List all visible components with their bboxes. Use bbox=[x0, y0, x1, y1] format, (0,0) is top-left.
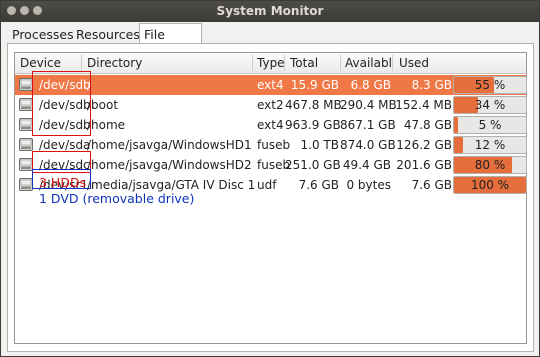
column-separator[interactable] bbox=[340, 55, 341, 71]
harddisk-icon bbox=[19, 78, 33, 91]
cell-used: 201.6 GB bbox=[396, 158, 452, 172]
usage-percent: 34 % bbox=[474, 98, 506, 112]
hdd-highlight-box bbox=[32, 71, 91, 136]
cell-total: 467.8 MB bbox=[285, 98, 342, 112]
cell-directory: /home/jsavga/WindowsHD2 bbox=[87, 158, 252, 172]
cell-type: ext4 bbox=[257, 118, 284, 132]
harddisk-icon bbox=[19, 118, 33, 131]
usage-bar: 5 % bbox=[453, 116, 527, 134]
cell-total: 1.0 TB bbox=[300, 138, 339, 152]
column-header-available[interactable]: Availabl bbox=[345, 56, 392, 70]
cell-type: ext4 bbox=[257, 78, 284, 92]
cell-directory: /media/jsavga/GTA IV Disc 1 bbox=[87, 178, 256, 192]
cell-total: 963.9 GB bbox=[285, 118, 341, 132]
cell-available: 874.0 GB bbox=[340, 138, 396, 152]
column-header-used[interactable]: Used bbox=[399, 56, 429, 70]
table-row[interactable]: /dev/sdc/home/jsavga/WindowsHD2 fuseb 251.… bbox=[15, 155, 527, 175]
tab-file-systems[interactable]: File Systems bbox=[139, 23, 203, 57]
usage-bar: 80 % bbox=[453, 156, 527, 174]
table-row[interactable]: /dev/sdb / ext4 15.9 GB 6.8 GB 8.3 GB 55 % bbox=[15, 75, 527, 95]
usage-percent: 100 % bbox=[470, 178, 510, 192]
table-header: Device Directory Type Total Availabl Use… bbox=[15, 53, 526, 74]
harddisk-icon bbox=[19, 178, 33, 191]
cell-used: 126.2 GB bbox=[396, 138, 452, 152]
column-separator[interactable] bbox=[252, 55, 253, 71]
column-header-device[interactable]: Device bbox=[20, 56, 61, 70]
column-header-total[interactable]: Total bbox=[290, 56, 318, 70]
tab-resources[interactable]: Resources bbox=[71, 23, 145, 44]
usage-bar: 34 % bbox=[453, 96, 527, 114]
column-header-directory[interactable]: Directory bbox=[87, 56, 142, 70]
column-separator[interactable] bbox=[392, 55, 393, 71]
cell-used: 8.3 GB bbox=[411, 78, 452, 92]
usage-bar: 55 % bbox=[453, 76, 527, 94]
cell-type: udf bbox=[257, 178, 277, 192]
cell-used: 7.6 GB bbox=[411, 178, 452, 192]
cell-total: 7.6 GB bbox=[298, 178, 339, 192]
cell-total: 251.0 GB bbox=[285, 158, 341, 172]
usage-percent: 55 % bbox=[474, 78, 506, 92]
column-separator[interactable] bbox=[81, 55, 82, 71]
cell-device: /dev/sda bbox=[39, 138, 91, 152]
cell-available: 49.4 GB bbox=[342, 158, 391, 172]
dvd-annotation-label: 1 DVD (removable drive) bbox=[39, 191, 195, 206]
cell-type: ext2 bbox=[257, 98, 284, 112]
usage-bar: 12 % bbox=[453, 136, 527, 154]
cell-used: 47.8 GB bbox=[403, 118, 452, 132]
cell-directory: /home/jsavga/WindowsHD1 bbox=[87, 138, 252, 152]
table-row[interactable]: /dev/sda/home/jsavga/WindowsHD1 fuseb 1.0 … bbox=[15, 135, 527, 155]
usage-percent: 80 % bbox=[474, 158, 506, 172]
usage-percent: 5 % bbox=[478, 118, 502, 132]
cell-total: 15.9 GB bbox=[290, 78, 339, 92]
window-title: System Monitor bbox=[216, 4, 324, 18]
table-row[interactable]: /dev/sdb/boot ext2 467.8 MB 290.4 MB 152.4 M… bbox=[15, 95, 527, 115]
cell-directory: /home bbox=[87, 118, 126, 132]
cell-available: 867.1 GB bbox=[340, 118, 396, 132]
system-monitor-window: System Monitor Processes Resources File … bbox=[0, 0, 540, 357]
cell-directory: /boot bbox=[87, 98, 119, 112]
harddisk-icon bbox=[19, 138, 33, 151]
cell-available: 0 bytes bbox=[346, 178, 391, 192]
tab-processes[interactable]: Processes bbox=[7, 23, 79, 44]
title-bar[interactable]: System Monitor bbox=[1, 1, 539, 22]
hdd-annotation-label: 3 HDDs bbox=[39, 175, 87, 190]
harddisk-icon bbox=[19, 98, 33, 111]
cell-used: 152.4 MB bbox=[395, 98, 452, 112]
cell-available: 290.4 MB bbox=[340, 98, 397, 112]
cell-available: 6.8 GB bbox=[350, 78, 391, 92]
usage-percent: 12 % bbox=[474, 138, 506, 152]
harddisk-icon bbox=[19, 158, 33, 171]
column-header-type[interactable]: Type bbox=[257, 56, 285, 70]
table-row[interactable]: /dev/sdb/home ext4 963.9 GB 867.1 GB 47.8 GB… bbox=[15, 115, 527, 135]
column-separator[interactable] bbox=[284, 55, 285, 71]
usage-bar: 100 % bbox=[453, 176, 527, 194]
